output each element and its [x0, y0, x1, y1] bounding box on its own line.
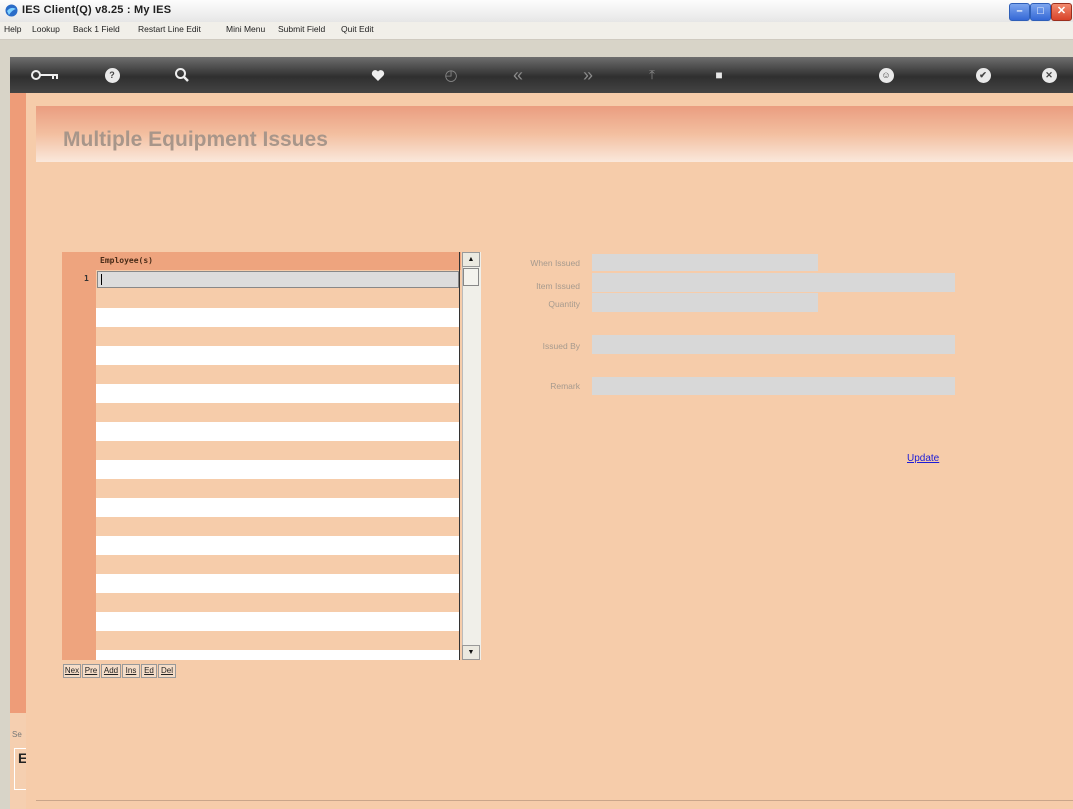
grid-row[interactable] [96, 498, 459, 517]
grid-row[interactable] [96, 574, 459, 593]
item-issued-field[interactable] [592, 273, 955, 292]
bottom-divider [36, 800, 1073, 801]
grid-row[interactable] [96, 346, 459, 365]
scroll-down-button[interactable]: ▼ [462, 645, 480, 660]
grid-row[interactable] [96, 422, 459, 441]
fast-forward-icon[interactable]: » [576, 57, 600, 93]
app-icon [5, 4, 18, 17]
vertical-scrollbar[interactable] [462, 252, 481, 660]
window-title: IES Client(Q) v8.25 : My IES [22, 4, 172, 16]
help-glyph: ? [104, 67, 120, 83]
update-link[interactable]: Update [907, 453, 939, 464]
minimize-button[interactable]: – [1009, 3, 1030, 21]
next-button[interactable]: Nex [63, 664, 81, 678]
item-issued-label: Item Issued [536, 281, 580, 291]
issued-by-label: Issued By [542, 341, 580, 351]
quantity-label: Quantity [548, 299, 580, 309]
rewind-icon[interactable]: « [506, 57, 530, 93]
menu-help[interactable]: Help [4, 24, 21, 34]
status-fragment: Se [12, 730, 22, 739]
grid-row[interactable] [96, 384, 459, 403]
text-cursor [101, 274, 102, 285]
first-icon[interactable]: ⤒ [642, 57, 662, 93]
grid-row[interactable] [96, 536, 459, 555]
grid-row[interactable] [96, 460, 459, 479]
edit-button[interactable]: Ed [141, 664, 157, 678]
heart-icon[interactable] [366, 57, 390, 93]
insert-button[interactable]: Ins [122, 664, 140, 678]
menu-quit-edit[interactable]: Quit Edit [341, 24, 374, 34]
when-issued-label: When Issued [530, 258, 580, 268]
close-window-button[interactable]: ✕ [1051, 3, 1072, 21]
grid-row[interactable] [96, 308, 459, 327]
grid-divider [459, 252, 460, 660]
menu-lookup[interactable]: Lookup [32, 24, 60, 34]
when-issued-field[interactable] [592, 254, 818, 271]
stop-icon[interactable]: ■ [708, 57, 730, 93]
menu-mini-menu[interactable]: Mini Menu [226, 24, 265, 34]
issued-by-field[interactable] [592, 335, 955, 354]
add-button[interactable]: Add [101, 664, 121, 678]
left-strip [10, 93, 26, 713]
close-glyph: ✕ [1041, 67, 1057, 83]
menu-restart-line-edit[interactable]: Restart Line Edit [138, 24, 201, 34]
menu-submit-field[interactable]: Submit Field [278, 24, 325, 34]
grid-row-number: 1 [84, 274, 89, 283]
grid-row-gutter [62, 252, 96, 660]
employee-input[interactable] [97, 271, 459, 288]
help-icon[interactable]: ? [102, 57, 122, 93]
menu-back-1-field[interactable]: Back 1 Field [73, 24, 120, 34]
ok-icon[interactable]: ☺ [875, 57, 897, 93]
check-icon[interactable]: ✔ [972, 57, 994, 93]
main-panel [26, 93, 1073, 809]
previous-button[interactable]: Pre [82, 664, 100, 678]
close-icon[interactable]: ✕ [1038, 57, 1060, 93]
maximize-button[interactable]: □ [1030, 3, 1051, 21]
remark-label: Remark [550, 381, 580, 391]
scroll-thumb[interactable] [463, 268, 479, 286]
page-title: Multiple Equipment Issues [63, 128, 328, 151]
delete-button[interactable]: Del [158, 664, 176, 678]
grid-header-label: Employee(s) [100, 256, 153, 265]
grid-row[interactable] [96, 650, 459, 660]
scroll-up-button[interactable]: ▲ [462, 252, 480, 267]
key-icon[interactable] [28, 57, 62, 93]
check-glyph: ✔ [975, 67, 991, 83]
quantity-field[interactable] [592, 293, 818, 312]
clock-icon[interactable]: ◴ [441, 57, 461, 93]
remark-field[interactable] [592, 377, 955, 395]
grid-row[interactable] [96, 612, 459, 631]
ok-glyph: ☺ [878, 67, 894, 83]
search-icon[interactable] [170, 57, 194, 93]
